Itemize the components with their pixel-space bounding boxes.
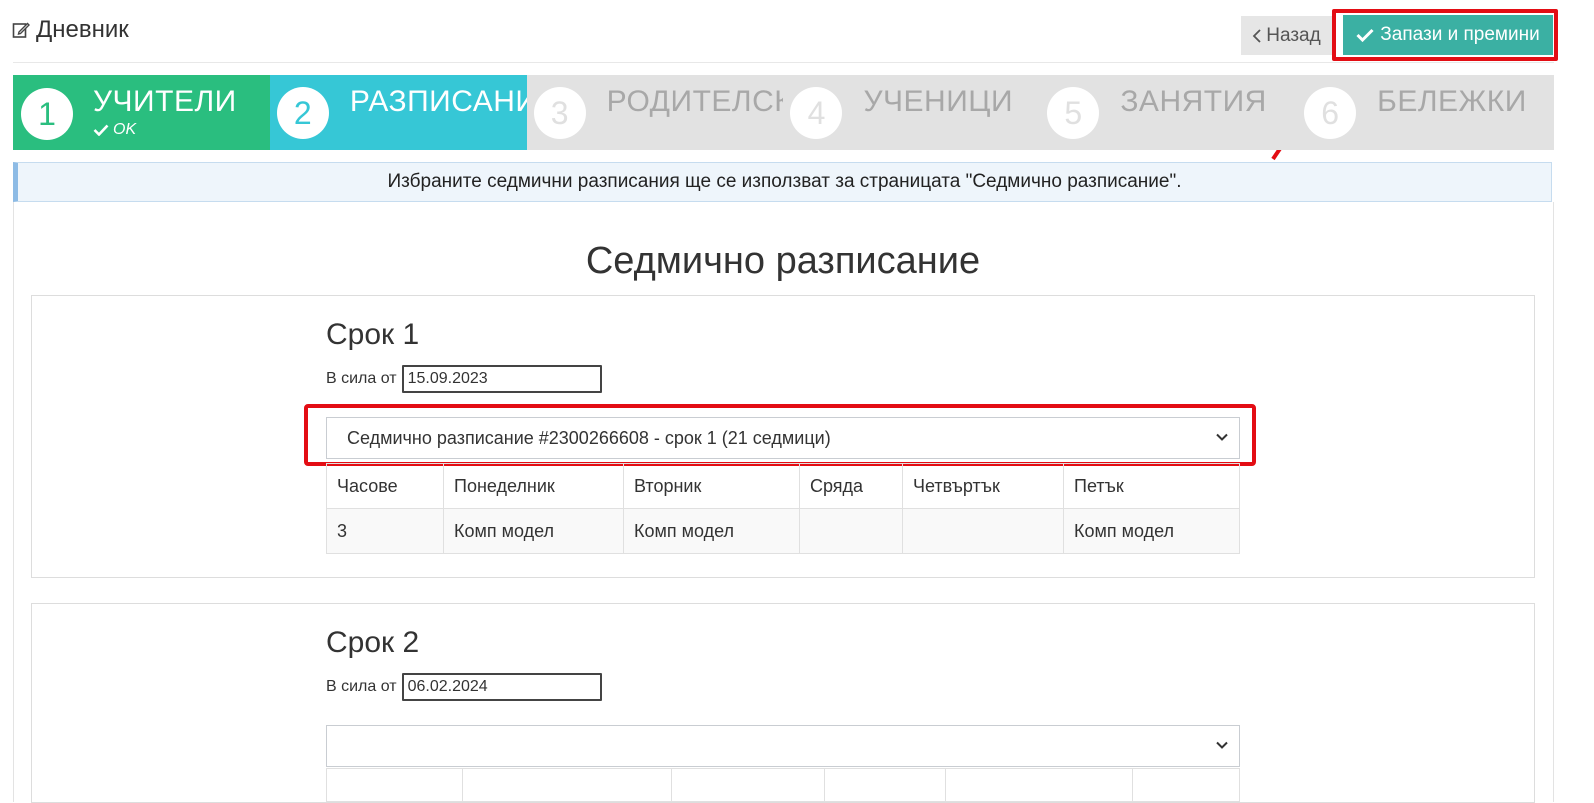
table-header-row [326, 768, 1240, 802]
step-label: ЗАНЯТИЯ [1120, 85, 1267, 118]
page-title: Седмично разписание [585, 240, 981, 282]
effective-from-label: В сила от [326, 370, 397, 387]
step-number: 2 [276, 87, 329, 139]
term-1-schedule-table: Часове Понеделник Вторник Сряда Четвъртъ… [326, 463, 1240, 554]
step-students[interactable]: 4 УЧЕНИЦИ [783, 75, 1041, 150]
table-cell [945, 768, 1133, 802]
step-teachers[interactable]: 1 УЧИТЕЛИ OK [13, 75, 270, 150]
table-cell: Комп модел [623, 508, 800, 554]
table-cell [1132, 768, 1240, 802]
table-header-row: Часове Понеделник Вторник Сряда Четвъртъ… [326, 463, 1240, 509]
table-cell [902, 508, 1064, 554]
back-button[interactable]: Назад [1241, 16, 1332, 55]
step-label: УЧЕНИЦИ [863, 85, 1014, 118]
step-number: 1 [20, 87, 74, 141]
column-header: Понеделник [443, 463, 624, 509]
save-and-continue-button[interactable]: Запази и премини [1343, 15, 1553, 55]
table-cell: 3 [326, 508, 444, 554]
header-divider [13, 62, 1554, 63]
term-2-schedule-table [326, 768, 1240, 802]
step-status: OK [93, 121, 136, 139]
step-parents[interactable]: 3 РОДИТЕЛСКИ [526, 75, 784, 150]
term-1-title: Срок 1 [326, 318, 420, 351]
wizard-steps: 1 УЧИТЕЛИ OK 2 РАЗПИСАНИЯ 3 РОДИТЕЛСКИ 4… [13, 75, 1554, 150]
step-notes[interactable]: 6 БЕЛЕЖКИ [1297, 75, 1554, 150]
term-2-title: Срок 2 [326, 626, 420, 659]
term-2-date-input[interactable] [401, 673, 602, 701]
step-schedules[interactable]: 2 РАЗПИСАНИЯ [269, 75, 527, 150]
table-cell [462, 768, 672, 802]
step-number: 3 [533, 87, 586, 139]
column-header: Сряда [799, 463, 903, 509]
term-2-schedule-select[interactable] [326, 725, 1240, 767]
chevron-left-icon [1252, 28, 1261, 43]
column-header: Часове [326, 463, 444, 509]
save-button-label: Запази и премини [1380, 24, 1540, 45]
step-label: БЕЛЕЖКИ [1377, 85, 1527, 118]
step-lessons[interactable]: 5 ЗАНЯТИЯ [1040, 75, 1298, 150]
table-cell: Комп модел [1063, 508, 1240, 554]
step-label: РАЗПИСАНИЯ [349, 85, 527, 118]
term-1-date-input[interactable] [401, 365, 602, 393]
step-number: 4 [790, 87, 843, 139]
edit-icon [12, 22, 30, 38]
column-header: Четвъртък [902, 463, 1064, 509]
table-cell [326, 768, 463, 802]
term-1-effective-from: В сила от [326, 365, 602, 393]
table-row: 3 Комп модел Комп модел Комп модел [326, 508, 1240, 554]
top-bar: Дневник Назад Запази и премини [0, 0, 1594, 64]
step-label: РОДИТЕЛСКИ [606, 85, 784, 118]
step-number: 5 [1047, 87, 1100, 139]
step-number: 6 [1304, 87, 1357, 139]
table-cell [671, 768, 825, 802]
back-button-label: Назад [1266, 24, 1321, 46]
term-2-effective-from: В сила от [326, 673, 602, 701]
step-label: УЧИТЕЛИ [93, 85, 237, 118]
effective-from-label: В сила от [326, 678, 397, 695]
app-title-text: Дневник [36, 16, 129, 43]
check-icon [93, 124, 109, 136]
table-cell: Комп модел [443, 508, 624, 554]
table-cell [824, 768, 946, 802]
column-header: Вторник [623, 463, 800, 509]
column-header: Петък [1063, 463, 1240, 509]
info-notice: Избраните седмични разписания ще се изпо… [13, 162, 1552, 202]
table-cell [799, 508, 903, 554]
app-title: Дневник [12, 16, 129, 44]
check-icon [1356, 28, 1374, 42]
schedule-select-highlight [304, 404, 1256, 466]
chevron-down-icon [1216, 741, 1228, 749]
